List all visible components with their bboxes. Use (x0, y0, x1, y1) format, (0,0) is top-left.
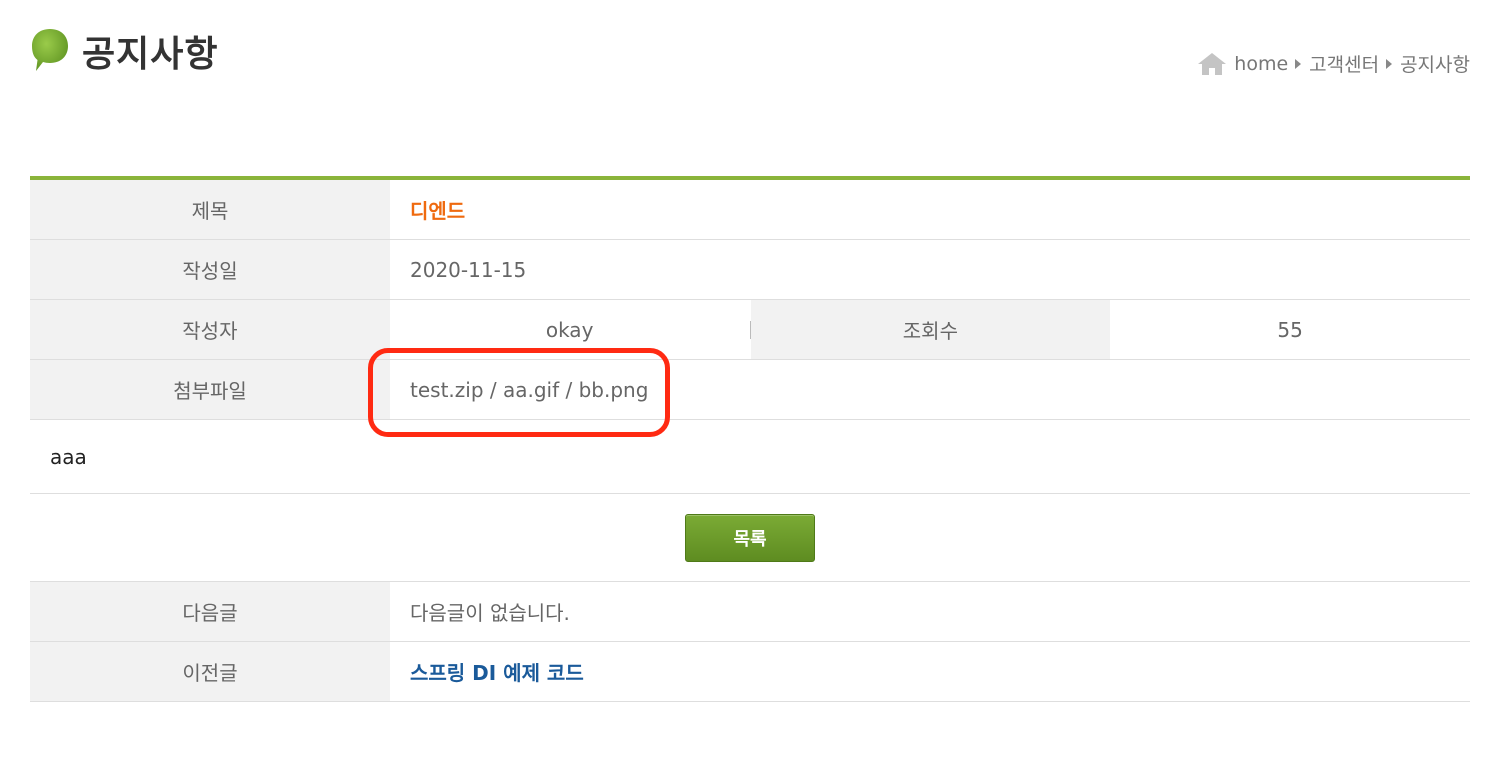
page-header: 공지사항 (30, 26, 218, 76)
prev-post-cell: 스프링 DI 예제 코드 (390, 642, 1470, 701)
prev-post-row: 이전글 스프링 DI 예제 코드 (30, 642, 1470, 702)
post-view-table: 제목 디엔드 작성일 2020-11-15 작성자 okay 조회수 55 첨부… (30, 176, 1470, 702)
title-label: 제목 (30, 180, 390, 239)
attachment-value[interactable]: test.zip / aa.gif / bb.png (390, 360, 1470, 419)
breadcrumb-home[interactable]: home (1234, 53, 1288, 75)
date-value: 2020-11-15 (410, 257, 527, 282)
prev-post-label: 이전글 (30, 642, 390, 701)
views-label: 조회수 (750, 300, 1111, 359)
page-title: 공지사항 (82, 34, 219, 75)
breadcrumb-arrow-icon (1386, 58, 1393, 69)
author-row: 작성자 okay 조회수 55 (30, 300, 1470, 360)
speech-bubble-icon (32, 29, 68, 71)
next-post-value: 다음글이 없습니다. (410, 601, 570, 625)
views-value: 55 (1277, 317, 1303, 342)
breadcrumb-notice[interactable]: 공지사항 (1400, 50, 1470, 77)
prev-post-link[interactable]: 스프링 DI 예제 코드 (410, 657, 584, 686)
date-label: 작성일 (30, 240, 390, 299)
button-row: 목록 (30, 494, 1470, 582)
attachment-row: 첨부파일 test.zip / aa.gif / bb.png (30, 360, 1470, 420)
list-button[interactable]: 목록 (685, 513, 815, 562)
breadcrumb: home 고객센터 공지사항 (1196, 50, 1470, 77)
author-label: 작성자 (30, 300, 390, 359)
title-row: 제목 디엔드 (30, 180, 1470, 240)
post-content: aaa (30, 420, 1470, 494)
next-post-row: 다음글 다음글이 없습니다. (30, 582, 1470, 642)
attachment-label: 첨부파일 (30, 360, 390, 419)
breadcrumb-customer-center[interactable]: 고객센터 (1309, 50, 1379, 77)
date-row: 작성일 2020-11-15 (30, 240, 1470, 300)
breadcrumb-arrow-icon (1295, 58, 1302, 69)
home-icon (1198, 52, 1227, 75)
author-value: okay (545, 317, 594, 342)
next-post-label: 다음글 (30, 582, 390, 641)
title-value: 디엔드 (410, 199, 466, 223)
